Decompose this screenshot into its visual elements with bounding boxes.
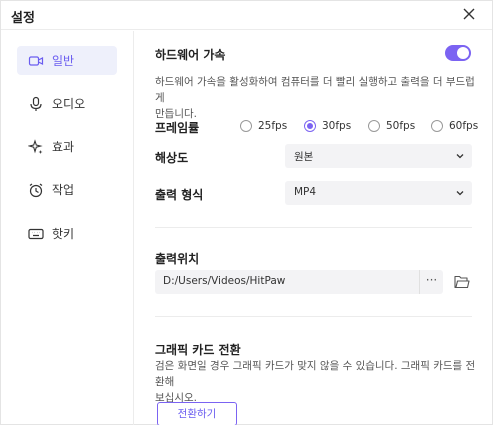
camera-icon (28, 55, 44, 66)
sidebar-item-label: 작업 (52, 183, 75, 197)
browse-more-button[interactable]: ··· (419, 270, 443, 294)
resolution-select[interactable]: 원본 (285, 144, 472, 168)
sidebar-item-general[interactable]: 일반 (17, 46, 117, 75)
hw-accel-toggle[interactable] (445, 45, 471, 61)
hw-accel-title: 하드웨어 가속 (155, 48, 226, 62)
folder-icon[interactable] (454, 275, 470, 289)
resolution-label: 해상도 (155, 151, 189, 165)
sidebar: 일반 오디오 효과 작업 핫키 (1, 31, 134, 425)
chevron-down-icon (456, 191, 464, 196)
sidebar-item-effects[interactable]: 효과 (17, 132, 117, 161)
radio-label: 50fps (386, 120, 416, 132)
graphics-card-description: 검은 화면일 경우 그래픽 카드가 맞지 않을 수 있습니다. 그래픽 카드를 … (155, 358, 480, 406)
divider (155, 316, 472, 317)
framerate-radio-30[interactable]: 30fps (304, 120, 351, 132)
general-settings-panel: 하드웨어 가속 하드웨어 가속을 활성화하여 컴퓨터를 더 빨리 실행하고 출력… (135, 31, 492, 425)
settings-window: 설정 일반 오디오 효과 작업 핫키 하드웨어 가속 하드웨어 가속을 활성화하… (0, 0, 493, 425)
radio-dot (240, 120, 252, 132)
sparkle-icon (28, 138, 43, 154)
framerate-label: 프레임률 (155, 121, 200, 135)
switch-graphics-card-button[interactable]: 전환하기 (157, 402, 237, 425)
window-title: 설정 (11, 11, 35, 26)
framerate-radio-60[interactable]: 60fps (431, 120, 478, 132)
output-path-value: D:/Users/Videos/HitPaw (163, 275, 286, 287)
radio-label: 30fps (322, 120, 352, 132)
sidebar-item-label: 일반 (52, 54, 75, 68)
radio-dot (368, 120, 380, 132)
resolution-value: 원본 (294, 151, 314, 163)
toggle-knob (457, 47, 469, 59)
framerate-radio-25[interactable]: 25fps (240, 120, 287, 132)
divider (155, 227, 472, 228)
clock-icon (29, 183, 43, 197)
output-format-select[interactable]: MP4 (285, 181, 472, 205)
keyboard-icon (28, 228, 44, 239)
radio-dot (304, 120, 316, 132)
sidebar-item-task[interactable]: 작업 (17, 175, 117, 204)
title-bar: 설정 (1, 1, 492, 30)
sidebar-item-label: 오디오 (52, 97, 86, 111)
chevron-down-icon (456, 154, 464, 159)
radio-label: 25fps (258, 120, 288, 132)
close-icon[interactable] (462, 7, 476, 21)
framerate-radio-50[interactable]: 50fps (368, 120, 415, 132)
sidebar-item-hotkey[interactable]: 핫키 (17, 219, 117, 248)
hw-accel-description-line1: 하드웨어 가속을 활성화하여 컴퓨터를 더 빨리 실행하고 출력을 더 부드럽게 (155, 76, 475, 104)
graphics-card-description-line1: 검은 화면일 경우 그래픽 카드가 맞지 않을 수 있습니다. 그래픽 카드를 … (155, 360, 476, 388)
radio-label: 60fps (449, 120, 479, 132)
output-location-label: 출력위치 (155, 252, 200, 266)
sidebar-item-audio[interactable]: 오디오 (17, 89, 117, 118)
graphics-card-title: 그래픽 카드 전환 (155, 343, 241, 357)
sidebar-item-label: 핫키 (52, 227, 75, 241)
output-format-value: MP4 (294, 186, 317, 198)
sidebar-item-label: 효과 (52, 140, 75, 154)
microphone-icon (30, 96, 42, 111)
radio-dot (431, 120, 443, 132)
output-path-field[interactable]: D:/Users/Videos/HitPaw ··· (155, 270, 443, 294)
output-format-label: 출력 형식 (155, 188, 204, 202)
hw-accel-description: 하드웨어 가속을 활성화하여 컴퓨터를 더 빨리 실행하고 출력을 더 부드럽게… (155, 74, 475, 122)
